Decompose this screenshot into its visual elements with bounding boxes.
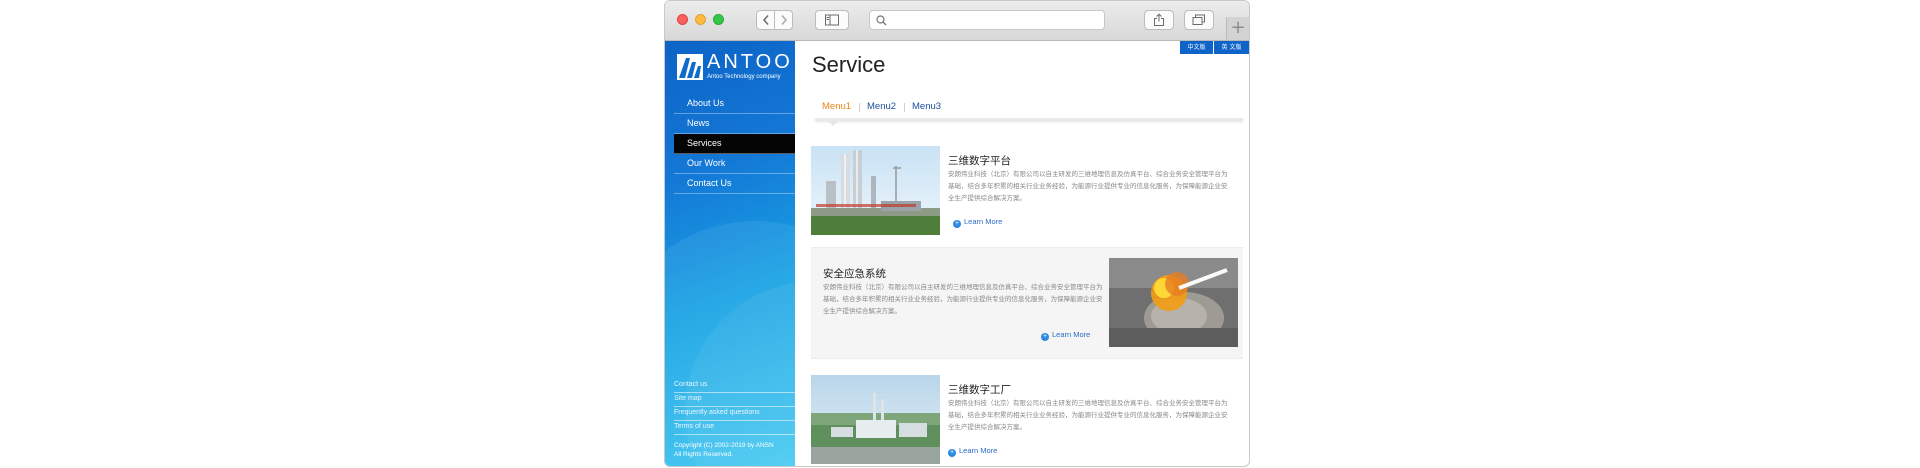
learn-more-link[interactable]: + Learn More [948, 446, 997, 457]
share-icon [1154, 13, 1164, 26]
card-title: 三维数字工厂 [948, 384, 1011, 396]
address-bar[interactable] [869, 10, 1105, 30]
copyright-line1: Copyright (C) 2002-2019 by ANSN [674, 442, 774, 449]
sidebar-toggle-button[interactable] [815, 10, 849, 30]
card-title: 安全应急系统 [823, 268, 886, 280]
card-image-digital-factory [811, 375, 940, 464]
sidebar-icon [825, 14, 839, 26]
tab-caret-icon [828, 121, 838, 126]
logo[interactable]: ANTOO Antoo Technology company [677, 51, 795, 84]
footer-link-contact[interactable]: Contact us [674, 379, 795, 393]
maximize-window-button[interactable] [713, 14, 724, 25]
page-content: ANTOO Antoo Technology company About Us … [665, 41, 1249, 466]
logo-mark-icon [677, 54, 703, 80]
sidebar-item-services[interactable]: Services [674, 134, 795, 154]
logo-subtitle: Antoo Technology company [707, 74, 781, 80]
tabs-overview-button[interactable] [1184, 10, 1214, 30]
plus-icon: + [1230, 17, 1246, 38]
tab-divider [859, 103, 860, 112]
copyright-line2: All Rights Reserved. [674, 451, 733, 458]
footer-link-sitemap[interactable]: Site map [674, 393, 795, 407]
page-title: Service [812, 52, 886, 77]
new-tab-button[interactable]: + [1226, 17, 1249, 40]
plus-circle-icon: + [948, 449, 956, 457]
sidebar-nav: About Us News Services Our Work Contact … [674, 94, 795, 194]
lang-english-button[interactable]: 英 文版 [1214, 41, 1249, 54]
tab-menu3[interactable]: Menu3 [912, 101, 941, 112]
card-description: 安朗伟业科技（北京）有限公司以自主研发的三维地理信息及仿真平台、综合业务安全管理… [948, 170, 1228, 202]
tab-menu2[interactable]: Menu2 [867, 101, 896, 112]
footer-links: Contact us Site map Frequently asked que… [674, 379, 795, 435]
chevron-right-icon [780, 15, 787, 25]
learn-more-label: Learn More [1052, 330, 1091, 339]
tab-underline [815, 118, 1243, 121]
learn-more-label: Learn More [964, 217, 1003, 226]
footer-link-terms[interactable]: Terms of use [674, 421, 795, 435]
learn-more-link[interactable]: + Learn More [1041, 330, 1090, 341]
search-icon [876, 15, 887, 26]
sidebar-item-about-us[interactable]: About Us [674, 94, 795, 114]
tabs-icon [1192, 14, 1205, 25]
sidebar-item-contact-us[interactable]: Contact Us [674, 174, 795, 194]
logo-text: ANTOO [707, 51, 793, 73]
browser-window: + ANTOO Antoo Technology company About U… [664, 0, 1250, 467]
minimize-window-button[interactable] [695, 14, 706, 25]
chevron-left-icon [762, 15, 769, 25]
footer-link-faq[interactable]: Frequently asked questions [674, 407, 795, 421]
sidebar-item-our-work[interactable]: Our Work [674, 154, 795, 174]
plus-circle-icon: + [953, 220, 961, 228]
forward-button[interactable] [774, 10, 793, 30]
card-image-fire-drill [1109, 258, 1238, 347]
copyright: Copyright (C) 2002-2019 by ANSN All Righ… [674, 441, 795, 459]
tab-menu1[interactable]: Menu1 [822, 101, 851, 112]
lang-chinese-button[interactable]: 中文版 [1180, 41, 1213, 54]
card-title: 三维数字平台 [948, 155, 1011, 167]
card-description: 安朗伟业科技（北京）有限公司以自主研发的三维地理信息及仿真平台、综合业务安全管理… [823, 283, 1103, 315]
learn-more-label: Learn More [959, 446, 998, 455]
card-description: 安朗伟业科技（北京）有限公司以自主研发的三维地理信息及仿真平台、综合业务安全管理… [948, 399, 1228, 431]
sidebar-item-news[interactable]: News [674, 114, 795, 134]
close-window-button[interactable] [677, 14, 688, 25]
back-button[interactable] [756, 10, 775, 30]
sidebar: ANTOO Antoo Technology company About Us … [665, 41, 795, 466]
learn-more-link[interactable]: + Learn More [953, 217, 1002, 228]
tab-divider [904, 103, 905, 112]
card-image-refinery [811, 146, 940, 235]
plus-circle-icon: + [1041, 333, 1049, 341]
share-button[interactable] [1144, 10, 1174, 30]
browser-toolbar: + [665, 1, 1249, 41]
